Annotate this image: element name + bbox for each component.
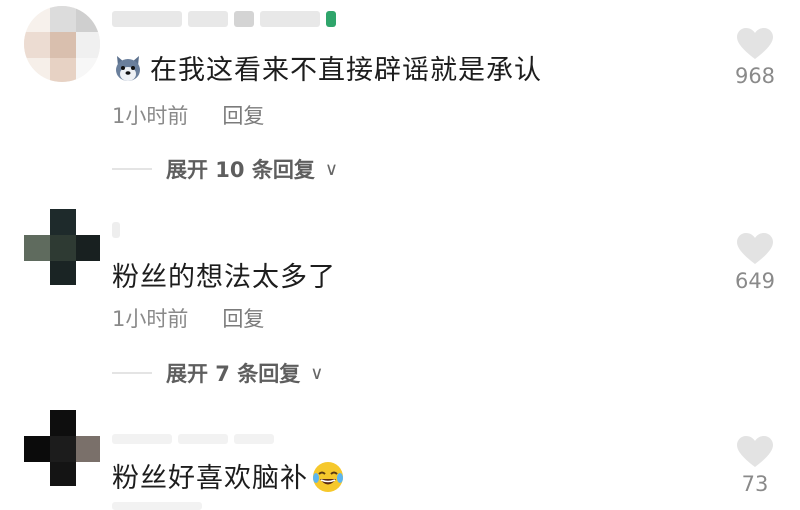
comment-text: 粉丝的想法太多了 <box>112 255 336 294</box>
comment-text: 在我这看来不直接辟谣就是承认 <box>112 48 542 87</box>
like-button[interactable]: 968 <box>725 28 785 88</box>
reply-button[interactable]: 回复 <box>222 303 264 333</box>
comment-meta-partial <box>112 502 202 510</box>
heart-icon <box>737 28 773 59</box>
comment-item: 粉丝好喜欢脑补 73 <box>0 408 800 510</box>
comment-meta: 1小时前 回复 <box>112 303 264 333</box>
like-count: 968 <box>734 64 776 88</box>
avatar[interactable] <box>24 410 100 486</box>
expand-replies-button[interactable]: 展开 7 条回复 ∨ <box>112 358 323 388</box>
divider-line <box>112 372 152 374</box>
timestamp: 1小时前 <box>112 307 189 331</box>
like-count: 649 <box>734 269 776 293</box>
like-button[interactable]: 649 <box>725 233 785 293</box>
expand-replies-button[interactable]: 展开 10 条回复 ∨ <box>112 154 338 184</box>
username-blurred[interactable] <box>112 219 120 241</box>
reply-button[interactable]: 回复 <box>222 100 264 130</box>
comment-text-content: 在我这看来不直接辟谣就是承认 <box>150 55 542 86</box>
username-blurred[interactable] <box>112 8 336 30</box>
dog-face-emoji <box>112 52 144 84</box>
comment-meta: 1小时前 回复 <box>112 100 264 130</box>
comment-text-content: 粉丝的想法太多了 <box>112 262 336 293</box>
comment-feed: 在我这看来不直接辟谣就是承认 1小时前 回复 展开 10 条回复 ∨ 968 粉… <box>0 0 800 510</box>
heart-icon <box>737 436 773 467</box>
comment-text: 粉丝好喜欢脑补 <box>112 456 343 495</box>
chevron-down-icon: ∨ <box>310 362 324 384</box>
divider-line <box>112 168 152 170</box>
chevron-down-icon: ∨ <box>324 158 339 180</box>
like-count: 73 <box>741 472 769 496</box>
like-button[interactable]: 73 <box>725 436 785 496</box>
expand-replies-label: 展开 7 条回复 <box>166 362 301 386</box>
comment-item: 在我这看来不直接辟谣就是承认 1小时前 回复 展开 10 条回复 ∨ 968 <box>0 0 800 200</box>
heart-icon <box>737 233 773 264</box>
comment-text-content: 粉丝好喜欢脑补 <box>112 463 308 494</box>
avatar[interactable] <box>24 209 100 285</box>
timestamp: 1小时前 <box>112 104 189 128</box>
avatar[interactable] <box>24 6 100 82</box>
crying-laughing-emoji <box>312 461 343 492</box>
expand-replies-label: 展开 10 条回复 <box>166 158 315 182</box>
username-blurred[interactable] <box>112 428 274 450</box>
comment-item: 粉丝的想法太多了 1小时前 回复 展开 7 条回复 ∨ 649 <box>0 205 800 405</box>
